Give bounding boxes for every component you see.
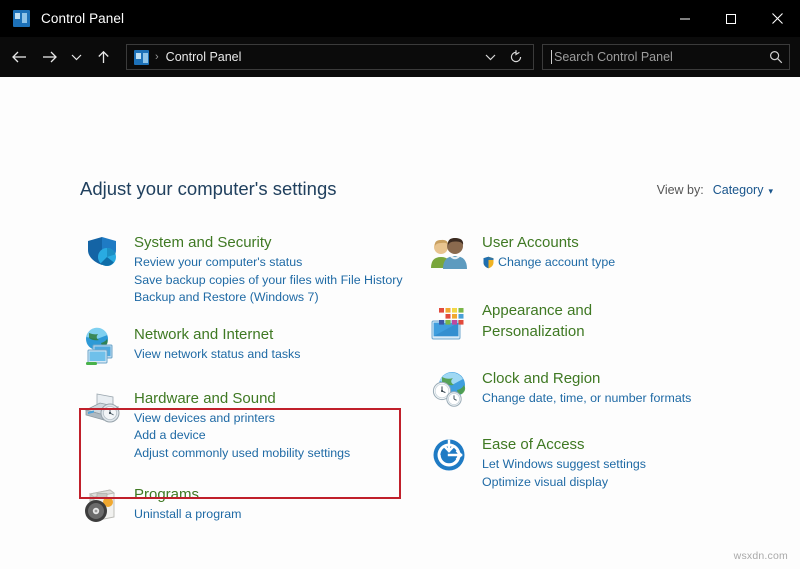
category-clock-and-region: Clock and Region Change date, time, or n… <box>428 368 758 412</box>
breadcrumb-separator: › <box>155 51 159 63</box>
category-system-and-security: System and Security Review your computer… <box>80 232 410 307</box>
printer-hardware-icon <box>80 388 124 432</box>
category-title[interactable]: Appearance and Personalization <box>482 300 672 342</box>
control-panel-window: Control Panel <box>0 0 800 569</box>
category-body: Appearance and Personalization <box>482 299 758 344</box>
category-column-left: System and Security Review your computer… <box>80 232 410 545</box>
category-column-right: User Accounts Change account type <box>428 232 758 508</box>
category-link-label: Change account type <box>498 254 615 272</box>
uac-shield-icon <box>482 256 495 269</box>
breadcrumb-path[interactable]: Control Panel <box>166 50 477 64</box>
category-body: Programs Uninstall a program <box>134 484 410 524</box>
category-title[interactable]: Clock and Region <box>482 369 600 388</box>
text-cursor <box>551 50 552 64</box>
category-appearance-and-personalization: Appearance and Personalization <box>428 299 758 344</box>
category-link[interactable]: View network status and tasks <box>134 346 410 364</box>
category-user-accounts: User Accounts Change account type <box>428 232 758 276</box>
category-hardware-and-sound: Hardware and Sound View devices and prin… <box>80 388 410 463</box>
category-link[interactable]: Change date, time, or number formats <box>482 390 758 408</box>
back-arrow-icon[interactable] <box>4 41 34 73</box>
navigation-bar: › Control Panel Search Control Panel <box>0 37 800 77</box>
category-body: Network and Internet View network status… <box>134 324 410 364</box>
category-link[interactable]: Uninstall a program <box>134 506 410 524</box>
watermark: wsxdn.com <box>734 550 788 562</box>
category-link[interactable]: View devices and printers <box>134 410 410 428</box>
search-icon[interactable] <box>769 50 783 64</box>
category-link[interactable]: Review your computer's status <box>134 254 410 272</box>
category-link[interactable]: Optimize visual display <box>482 474 758 492</box>
shield-security-icon <box>80 232 124 276</box>
user-accounts-icon <box>428 232 472 276</box>
address-chevron-down-icon[interactable] <box>477 45 503 69</box>
ease-of-access-icon <box>428 434 472 478</box>
page-header: Adjust your computer's settings <box>80 178 336 200</box>
category-body: User Accounts Change account type <box>482 232 758 272</box>
recent-locations-chevron-down-icon[interactable] <box>64 41 88 73</box>
window-title: Control Panel <box>41 11 124 26</box>
category-body: Hardware and Sound View devices and prin… <box>134 388 410 463</box>
content-area: Adjust your computer's settings View by:… <box>0 77 800 569</box>
category-link[interactable]: Adjust commonly used mobility settings <box>134 445 410 463</box>
network-globe-icon <box>80 324 124 368</box>
forward-arrow-icon[interactable] <box>34 41 64 73</box>
category-link[interactable]: Save backup copies of your files with Fi… <box>134 272 410 290</box>
category-link[interactable]: Add a device <box>134 427 410 445</box>
category-title[interactable]: Ease of Access <box>482 435 585 454</box>
clock-region-icon <box>428 368 472 412</box>
view-by-value[interactable]: Category <box>713 183 764 197</box>
category-body: Ease of Access Let Windows suggest setti… <box>482 434 758 491</box>
control-panel-icon <box>13 10 30 27</box>
category-link[interactable]: Backup and Restore (Windows 7) <box>134 289 410 307</box>
category-link-change-account-type[interactable]: Change account type <box>482 254 758 272</box>
category-title[interactable]: Network and Internet <box>134 325 273 344</box>
up-arrow-icon[interactable] <box>88 41 118 73</box>
programs-disc-icon <box>80 484 124 528</box>
page-title: Adjust your computer's settings <box>80 178 336 200</box>
category-title[interactable]: System and Security <box>134 233 272 252</box>
category-ease-of-access: Ease of Access Let Windows suggest setti… <box>428 434 758 491</box>
close-icon[interactable] <box>754 0 800 37</box>
minimize-icon[interactable] <box>662 0 708 37</box>
category-body: System and Security Review your computer… <box>134 232 410 307</box>
maximize-icon[interactable] <box>708 0 754 37</box>
refresh-icon[interactable] <box>503 45 529 69</box>
address-bar[interactable]: › Control Panel <box>126 44 534 70</box>
appearance-palette-icon <box>428 299 472 343</box>
category-body: Clock and Region Change date, time, or n… <box>482 368 758 408</box>
search-input[interactable]: Search Control Panel <box>554 50 769 64</box>
search-box[interactable]: Search Control Panel <box>542 44 790 70</box>
category-programs: Programs Uninstall a program <box>80 484 410 528</box>
category-title[interactable]: Programs <box>134 485 199 504</box>
category-title[interactable]: Hardware and Sound <box>134 389 276 408</box>
category-network-and-internet: Network and Internet View network status… <box>80 324 410 368</box>
view-by-label: View by: <box>657 183 704 197</box>
category-title[interactable]: User Accounts <box>482 233 579 252</box>
category-link[interactable]: Let Windows suggest settings <box>482 456 758 474</box>
view-by-control: View by: Category ▾ <box>657 183 773 197</box>
address-control-panel-icon <box>134 50 149 65</box>
view-by-chevron-down-icon[interactable]: ▾ <box>768 186 773 197</box>
window-titlebar: Control Panel <box>0 0 800 37</box>
window-controls <box>662 0 800 37</box>
